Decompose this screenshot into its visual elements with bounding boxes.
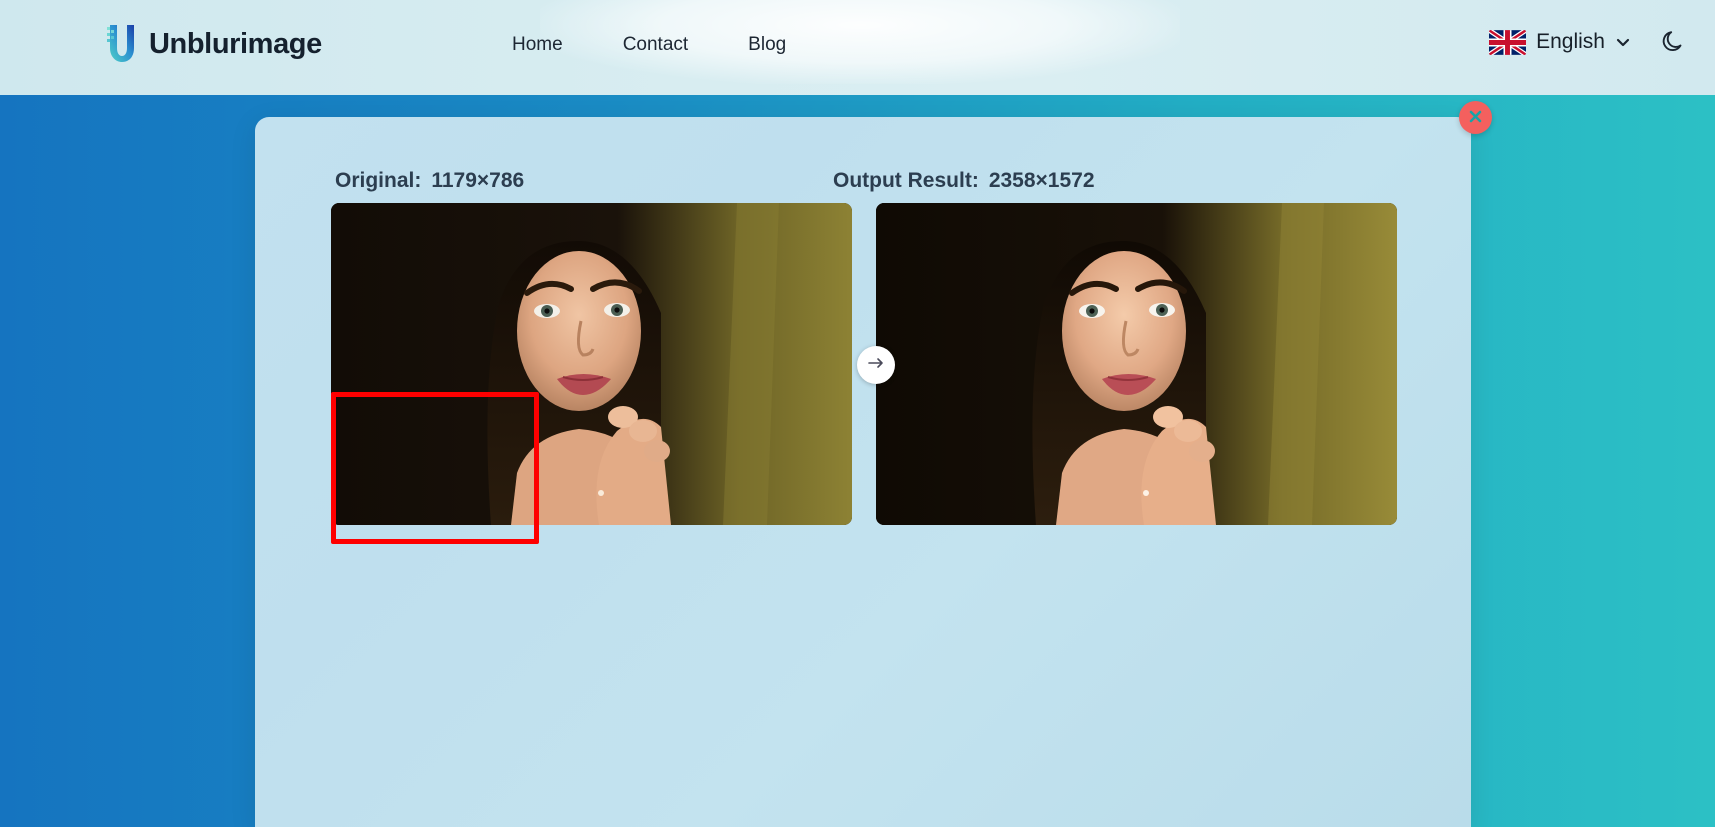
original-label-group: Original: 1179×786 [335, 169, 524, 193]
language-label: English [1536, 30, 1605, 53]
result-card: Original: 1179×786 Output Result: 2358×157… [255, 117, 1471, 827]
page-root: Unblurimage Home Contact Blog English Or… [0, 0, 1715, 827]
compare-slider-handle[interactable] [857, 346, 895, 384]
site-logo[interactable]: Unblurimage [104, 22, 322, 66]
logo-text: Unblurimage [149, 27, 322, 60]
close-button[interactable] [1459, 101, 1492, 134]
language-selector[interactable]: English [1489, 29, 1631, 55]
nav-item-contact[interactable]: Contact [609, 30, 702, 60]
original-portrait-image [331, 203, 852, 525]
output-label: Output Result: [833, 169, 979, 192]
output-dimensions: 2358×1572 [988, 169, 1095, 192]
main-nav: Home Contact Blog [498, 30, 800, 60]
close-x-icon [1467, 108, 1484, 128]
output-portrait-image [876, 203, 1397, 525]
output-image-pane[interactable] [876, 203, 1397, 525]
header-right-group: English [1489, 28, 1687, 56]
original-image-pane[interactable] [331, 203, 852, 525]
image-compare-area [331, 203, 1397, 525]
site-header: Unblurimage Home Contact Blog English [0, 0, 1715, 95]
output-label-group: Output Result: 2358×1572 [833, 169, 1095, 193]
image-labels-row: Original: 1179×786 Output Result: 2358×157… [255, 169, 1471, 199]
uk-flag-icon [1489, 29, 1527, 55]
original-label: Original: [335, 169, 422, 192]
controls-area: Upscale to 2x Enhance Quality (5 times i… [255, 537, 1471, 697]
nav-item-blog[interactable]: Blog [734, 30, 800, 60]
moon-icon[interactable] [1659, 28, 1687, 56]
u-logo-icon [104, 22, 138, 66]
chevron-down-icon [1615, 34, 1631, 50]
original-dimensions: 1179×786 [431, 169, 525, 192]
nav-item-home[interactable]: Home [498, 30, 577, 60]
compare-arrow-icon [867, 356, 885, 375]
